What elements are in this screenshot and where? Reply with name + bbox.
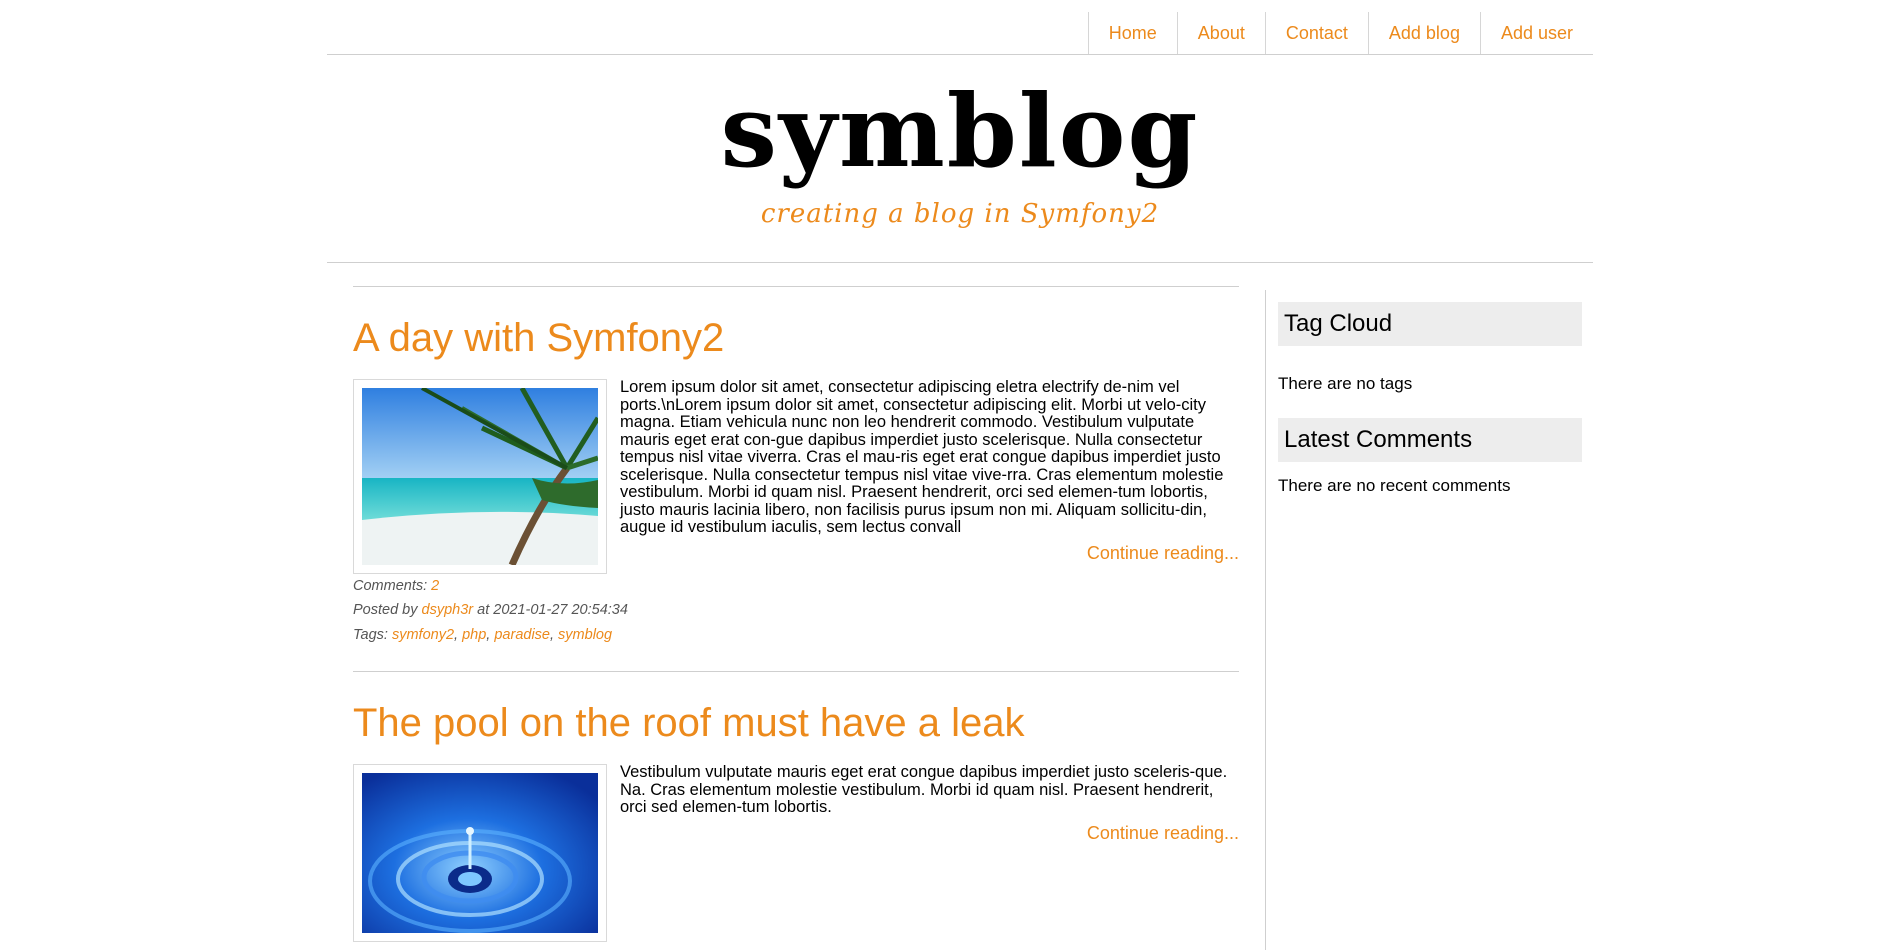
post-title-link[interactable]: A day with Symfony2: [353, 316, 724, 360]
tag-cloud-title: Tag Cloud: [1278, 302, 1582, 346]
nav-link-about[interactable]: About: [1178, 23, 1265, 44]
nav-item-home: Home: [1087, 12, 1177, 54]
post-body: Vestibulum vulputate mauris eget erat co…: [353, 763, 1239, 942]
post-body: Lorem ipsum dolor sit amet, consectetur …: [353, 378, 1239, 574]
author-link[interactable]: dsyph3r: [422, 602, 474, 618]
latest-comments-empty: There are no recent comments: [1278, 476, 1511, 495]
post-title: The pool on the roof must have a leak: [353, 700, 1239, 746]
post-byline: Posted by dsyph3r at 2021-01-27 20:54:34: [353, 598, 1239, 623]
continue-reading-link[interactable]: Continue reading...: [1087, 543, 1239, 563]
post-excerpt: Vestibulum vulputate mauris eget erat co…: [620, 763, 1228, 816]
main-content: A day with Symfony2 Lorem ipsum dolor si…: [353, 286, 1239, 950]
post-image-frame: [353, 379, 607, 574]
latest-comments-title: Latest Comments: [1278, 418, 1582, 462]
blog-post: A day with Symfony2 Lorem ipsum dolor si…: [353, 286, 1239, 647]
post-tags: Tags: symfony2, php, paradise, symblog: [353, 626, 613, 643]
site-logo-title[interactable]: symblog: [327, 75, 1593, 187]
post-title: A day with Symfony2: [353, 315, 1239, 361]
blog-post: The pool on the roof must have a leak Ve…: [353, 671, 1239, 942]
nav-item-add-user: Add user: [1479, 12, 1593, 54]
nav-item-add-blog: Add blog: [1367, 12, 1480, 54]
nav-link-add-blog[interactable]: Add blog: [1369, 23, 1480, 44]
post-image-frame: [353, 764, 607, 942]
sidebar: Tag Cloud There are no tags Latest Comme…: [1265, 290, 1594, 950]
post-excerpt: Lorem ipsum dolor sit amet, consectetur …: [620, 378, 1224, 536]
site-logo-subtitle: creating a blog in Symfony2: [760, 199, 1160, 229]
comments-label: Comments:: [353, 577, 428, 594]
nav-list: Home About Contact Add blog Add user: [1087, 12, 1593, 54]
top-nav: Home About Contact Add blog Add user: [327, 0, 1593, 55]
tag-cloud-empty: There are no tags: [1278, 374, 1413, 393]
page: Home About Contact Add blog Add user sym…: [327, 0, 1593, 950]
tag-link[interactable]: php: [462, 627, 486, 643]
nav-link-home[interactable]: Home: [1089, 23, 1177, 44]
nav-link-add-user[interactable]: Add user: [1481, 23, 1593, 44]
nav-link-contact[interactable]: Contact: [1266, 23, 1368, 44]
post-title-link[interactable]: The pool on the roof must have a leak: [353, 701, 1025, 745]
water-drop-image[interactable]: [362, 773, 598, 933]
site-header: symblog creating a blog in Symfony2: [327, 55, 1593, 263]
posted-by-label: Posted by: [353, 602, 418, 618]
tag-link[interactable]: paradise: [494, 627, 550, 643]
post-comments: Comments: 2: [353, 574, 1239, 599]
tag-link[interactable]: symblog: [558, 627, 612, 643]
comments-count-link[interactable]: 2: [431, 578, 439, 594]
beach-image[interactable]: [362, 388, 598, 565]
tag-link[interactable]: symfony2: [392, 627, 454, 643]
post-date: at 2021-01-27 20:54:34: [477, 602, 628, 618]
continue-reading-link[interactable]: Continue reading...: [1087, 823, 1239, 843]
nav-item-contact: Contact: [1264, 12, 1368, 54]
tags-label: Tags:: [353, 626, 388, 643]
post-meta: Comments: 2 Posted by dsyph3r at 2021-01…: [353, 574, 1239, 648]
nav-item-about: About: [1176, 12, 1265, 54]
